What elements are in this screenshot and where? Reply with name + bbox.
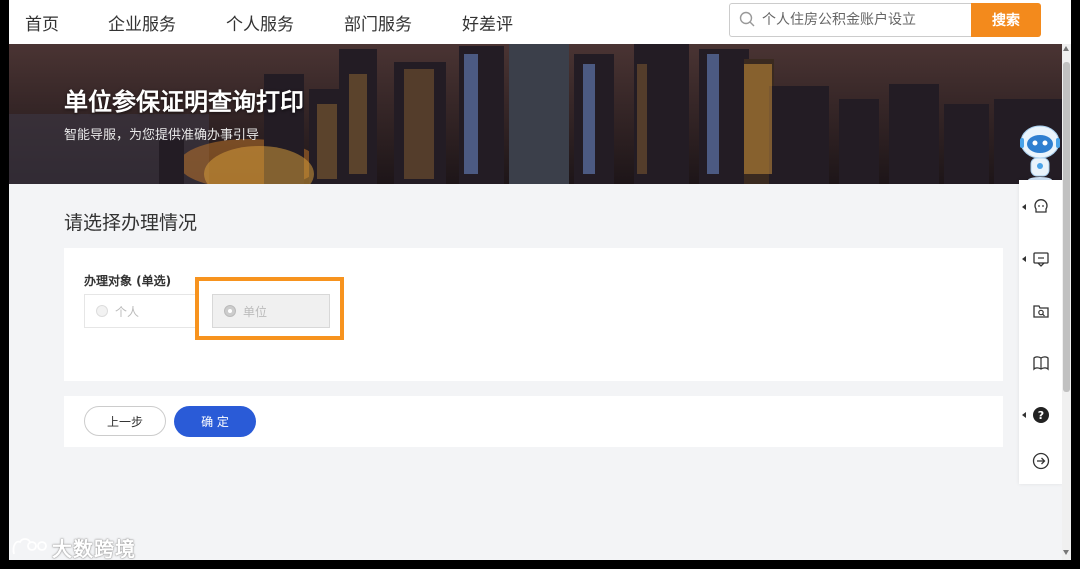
watermark-logo-icon — [12, 538, 47, 555]
vertical-scrollbar[interactable] — [1062, 44, 1071, 560]
svg-text:?: ? — [1038, 409, 1044, 422]
top-navigation: 首页 企业服务 个人服务 部门服务 好差评 搜索 — [9, 0, 1071, 44]
watermark-text: 大数跨境 — [52, 537, 136, 561]
scroll-up-arrow-icon[interactable] — [1063, 46, 1069, 51]
page-subtitle: 智能导服，为您提供准确办事引导 — [64, 128, 260, 143]
expand-arrow-icon — [1022, 412, 1026, 418]
expand-arrow-icon — [1022, 204, 1026, 210]
previous-step-button[interactable]: 上一步 — [84, 406, 166, 436]
exit-button[interactable] — [1019, 436, 1063, 486]
guide-button[interactable] — [1019, 338, 1063, 388]
nav-enterprise-services[interactable]: 企业服务 — [108, 10, 176, 35]
action-bar: 上一步 确 定 — [64, 396, 1003, 447]
page-title: 单位参保证明查询打印 — [64, 88, 304, 116]
search-icon — [739, 11, 755, 27]
right-tool-sidebar: ? — [1019, 180, 1063, 484]
highlight-box — [195, 277, 344, 340]
help-icon: ? — [1033, 407, 1049, 423]
browser-viewport: 首页 企业服务 个人服务 部门服务 好差评 搜索 — [9, 0, 1071, 560]
field-label: 办理对象 (单选) — [84, 274, 172, 288]
document-search-button[interactable] — [1019, 286, 1063, 336]
radio-option-label: 个人 — [115, 305, 140, 319]
robot-assistant-icon[interactable] — [1017, 122, 1063, 184]
section-title: 请选择办理情况 — [64, 212, 198, 234]
nav-personal-services[interactable]: 个人服务 — [226, 10, 294, 35]
radio-circle-icon — [96, 305, 108, 317]
search-input[interactable] — [762, 5, 967, 33]
consult-icon — [1034, 199, 1048, 213]
nav-review[interactable]: 好差评 — [462, 10, 513, 35]
scroll-down-arrow-icon[interactable] — [1063, 550, 1069, 555]
book-icon — [1033, 356, 1049, 371]
search-box — [729, 3, 972, 37]
help-button[interactable]: ? — [1019, 390, 1063, 440]
scroll-thumb[interactable] — [1063, 62, 1070, 392]
message-icon — [1033, 252, 1049, 267]
search-button[interactable]: 搜索 — [971, 3, 1041, 37]
expand-arrow-icon — [1022, 256, 1026, 262]
nav-home[interactable]: 首页 — [25, 10, 59, 35]
confirm-button[interactable]: 确 定 — [174, 406, 256, 437]
radio-option-individual[interactable]: 个人 — [84, 294, 198, 328]
page-banner: 单位参保证明查询打印 智能导服，为您提供准确办事引导 — [9, 44, 1062, 184]
consult-button[interactable] — [1019, 182, 1063, 232]
exit-arrow-icon — [1032, 452, 1050, 470]
message-button[interactable] — [1019, 234, 1063, 284]
nav-department-services[interactable]: 部门服务 — [344, 10, 412, 35]
folder-search-icon — [1033, 305, 1049, 318]
